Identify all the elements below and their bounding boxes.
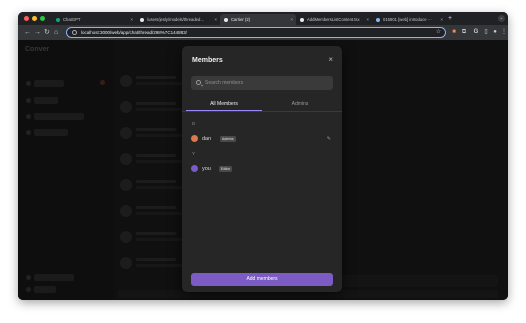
add-members-button[interactable]: Add members <box>191 273 333 286</box>
extensions-puzzle-icon[interactable]: ⧉ <box>460 28 468 37</box>
tab-pull-request[interactable]: 015801 [web] introduce ⋯ × <box>372 14 446 25</box>
browser-window: ChatGPT × /users/jesly/models/threaded… … <box>18 12 508 300</box>
bookmark-star-icon[interactable]: ☆ <box>436 28 441 37</box>
profile-avatar-icon[interactable]: ● <box>491 28 499 37</box>
close-window-button[interactable] <box>24 16 29 21</box>
forward-arrow-icon[interactable]: → <box>34 28 41 37</box>
members-modal: Members × All Members Admins D dan Admin… <box>182 46 342 292</box>
member-row-you[interactable]: you Editor <box>191 164 333 174</box>
member-row-dan[interactable]: dan Admins ✎ <box>191 134 333 144</box>
search-icon <box>196 80 201 85</box>
search-input[interactable] <box>205 76 329 90</box>
close-tab-icon[interactable]: × <box>440 14 443 25</box>
section-header-d: D <box>192 121 196 126</box>
app-page: Conver Members × Search members All Memb… <box>18 40 508 300</box>
tab-label: AddMembersListContent.tsx <box>307 17 360 22</box>
close-tab-icon[interactable]: × <box>290 14 293 25</box>
member-name: dan <box>202 136 212 142</box>
menu-kebab-icon[interactable]: ⋮ <box>500 28 508 37</box>
sidepanel-icon[interactable]: ▯ <box>482 28 490 37</box>
github-icon <box>140 17 144 22</box>
member-name: you <box>202 166 211 172</box>
section-header-y: Y <box>192 151 196 156</box>
maximize-window-button[interactable] <box>40 16 45 21</box>
minimize-window-button[interactable] <box>32 16 37 21</box>
tabs-divider <box>182 111 342 112</box>
close-tab-icon[interactable]: × <box>130 14 133 25</box>
tab-label: ChatGPT <box>63 17 81 22</box>
pr-favicon-icon <box>376 17 380 22</box>
tab-label: Carrier (2) <box>231 17 251 22</box>
new-tab-button[interactable]: + <box>448 14 452 23</box>
member-tabs: All Members Admins <box>182 98 342 112</box>
chatgpt-favicon-icon <box>56 17 60 22</box>
tab-chatgpt[interactable]: ChatGPT × <box>52 14 136 25</box>
member-search[interactable] <box>191 76 333 90</box>
reload-icon[interactable]: ↻ <box>44 28 50 37</box>
role-badge: Editor <box>219 166 233 172</box>
tab-strip: ChatGPT × /users/jesly/models/threaded… … <box>18 12 508 25</box>
tab-label: /users/jesly/models/threaded… <box>147 17 205 22</box>
avatar <box>191 165 198 172</box>
extension-icon[interactable]: ■ <box>450 28 458 37</box>
close-icon[interactable]: × <box>328 55 333 64</box>
url-text: localhost:3000/web/app/chat/thread/298%7… <box>81 30 187 35</box>
tab-github-component[interactable]: AddMembersListContent.tsx × <box>296 14 372 25</box>
browser-toolbar: ← → ↻ ⌂ localhost:3000/web/app/chat/thre… <box>18 25 508 40</box>
tab-github-file[interactable]: /users/jesly/models/threaded… × <box>136 14 220 25</box>
tab-label: 015801 [web] introduce ⋯ <box>383 17 432 22</box>
back-arrow-icon[interactable]: ← <box>24 28 31 37</box>
role-badge: Admins <box>220 136 236 142</box>
tab-carrier[interactable]: Carrier (2) × <box>220 14 296 25</box>
tab-search-icon[interactable]: ⌄ <box>498 15 505 22</box>
tab-admins[interactable]: Admins <box>262 98 338 111</box>
edit-pencil-icon[interactable]: ✎ <box>327 134 331 144</box>
github-icon <box>300 17 304 22</box>
close-tab-icon[interactable]: × <box>366 14 369 25</box>
site-info-icon[interactable] <box>72 30 77 35</box>
close-tab-icon[interactable]: × <box>214 14 217 25</box>
avatar <box>191 135 198 142</box>
address-bar[interactable]: localhost:3000/web/app/chat/thread/298%7… <box>66 27 446 38</box>
tab-all-members[interactable]: All Members <box>186 98 262 111</box>
home-icon[interactable]: ⌂ <box>54 28 58 37</box>
google-icon[interactable]: G <box>472 28 480 37</box>
modal-title: Members <box>192 57 223 64</box>
carrier-favicon-icon <box>224 17 228 22</box>
